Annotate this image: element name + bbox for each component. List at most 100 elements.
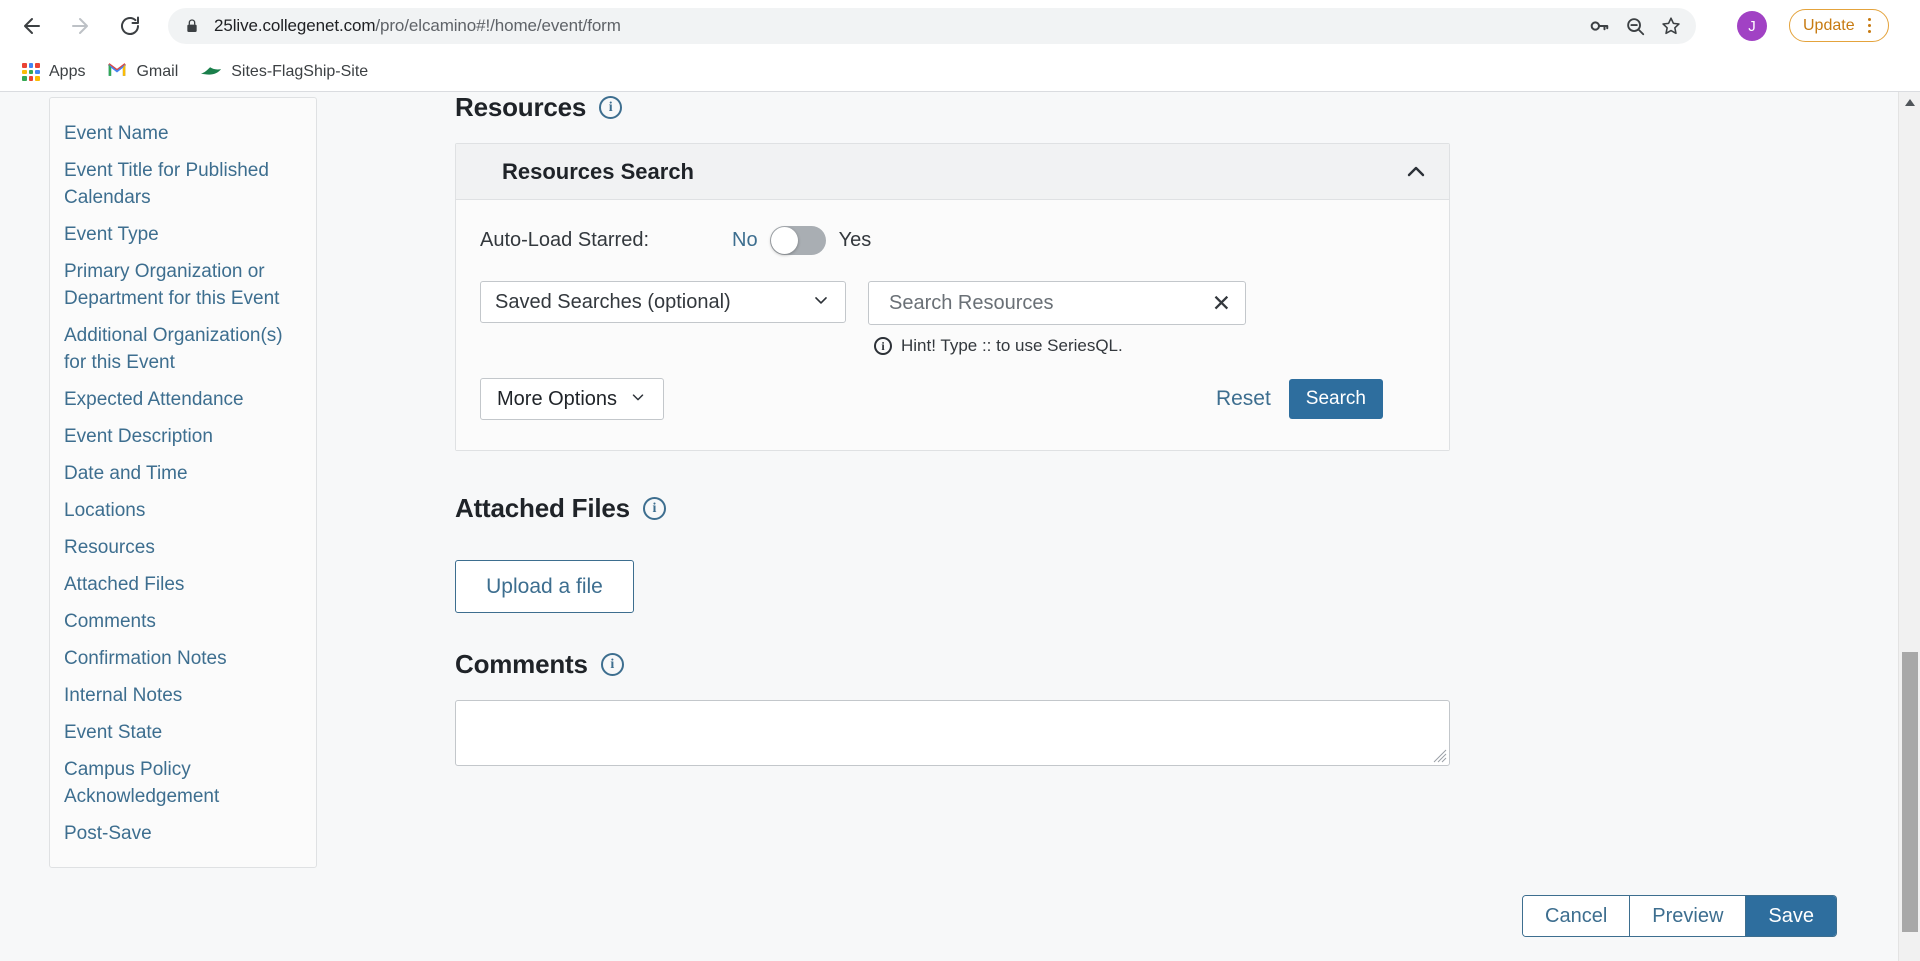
reload-icon (121, 16, 139, 35)
gmail-icon (107, 62, 127, 83)
info-icon: i (874, 337, 892, 355)
search-resources-field-wrap: Search Resources ✕ i Hint! Type :: to us… (868, 281, 1246, 356)
forward-button[interactable] (60, 6, 100, 46)
bookmark-label: Sites-FlagShip-Site (231, 63, 369, 80)
bookmark-label: Gmail (136, 63, 179, 80)
main-form-column: Resources i Resources Search Auto-Load S… (455, 92, 1465, 766)
sidebar-item-event-type[interactable]: Event Type (50, 221, 316, 248)
page-scrollbar[interactable] (1898, 92, 1920, 961)
bookmark-gmail[interactable]: Gmail (99, 58, 186, 86)
arrow-forward-icon (72, 18, 88, 34)
sidebar-item-campus-policy-acknowledgement[interactable]: Campus Policy Acknowledgement (50, 756, 316, 810)
bookmarks-bar: Apps Gmail Sites-FlagShip-Site (0, 52, 1920, 92)
save-button[interactable]: Save (1746, 896, 1836, 936)
comments-section: Comments i (455, 649, 1465, 766)
attached-files-header: Attached Files i (455, 493, 1465, 524)
info-icon[interactable]: i (599, 96, 623, 119)
hint-text: Hint! Type :: to use SeriesQL. (901, 336, 1123, 355)
preview-button[interactable]: Preview (1630, 896, 1747, 936)
comments-textarea[interactable] (455, 700, 1450, 766)
upload-a-file-button[interactable]: Upload a file (455, 560, 634, 613)
autoload-starred-row: Auto-Load Starred: No Yes (480, 226, 1449, 255)
back-button[interactable] (12, 6, 52, 46)
chevron-up-icon[interactable] (1403, 159, 1429, 185)
toggle-yes-label: Yes (838, 229, 872, 251)
arrow-back-icon (24, 18, 40, 34)
url-text: 25live.collegenet.com/pro/elcamino#!/hom… (214, 16, 621, 36)
resize-handle-icon[interactable] (1433, 749, 1447, 763)
sidebar-item-additional-organizations[interactable]: Additional Organization(s) for this Even… (50, 322, 316, 376)
three-dot-menu-icon[interactable] (1859, 15, 1881, 37)
key-icon[interactable] (1584, 11, 1614, 41)
more-options-label: More Options (497, 387, 618, 410)
omnibox-actions (1584, 8, 1686, 44)
bookmark-label: Apps (49, 63, 86, 80)
sidebar-item-event-state[interactable]: Event State (50, 719, 316, 746)
page-title: Resources (455, 92, 587, 122)
sidebar-item-primary-organization[interactable]: Primary Organization or Department for t… (50, 258, 316, 312)
resources-section-header: Resources i (455, 92, 1465, 123)
sidebar-item-date-and-time[interactable]: Date and Time (50, 460, 316, 487)
update-button[interactable]: Update (1789, 9, 1889, 42)
chevron-down-icon (629, 388, 647, 411)
search-primary-actions: Reset Search (1216, 379, 1449, 419)
address-bar[interactable]: 25live.collegenet.com/pro/elcamino#!/hom… (168, 8, 1696, 44)
scroll-up-arrow-icon[interactable] (1899, 92, 1920, 112)
sidebar-item-internal-notes[interactable]: Internal Notes (50, 682, 316, 709)
url-path: /pro/elcamino#!/home/event/form (375, 16, 621, 35)
toggle-no-label: No (732, 229, 758, 251)
bookmark-sites-flagship-site[interactable]: Sites-FlagShip-Site (192, 58, 376, 86)
sites-icon (200, 62, 222, 83)
sidebar-item-locations[interactable]: Locations (50, 497, 316, 524)
sidebar-item-event-name[interactable]: Event Name (50, 120, 316, 147)
url-host: 25live.collegenet.com (214, 16, 376, 35)
avatar[interactable]: J (1737, 11, 1767, 41)
page-content: Event Name Event Title for Published Cal… (0, 92, 1920, 961)
form-action-bar: Cancel Preview Save (1523, 896, 1836, 936)
cancel-button[interactable]: Cancel (1523, 896, 1631, 936)
sidebar-item-event-description[interactable]: Event Description (50, 423, 316, 450)
sidebar-item-event-title-for-published-calendars[interactable]: Event Title for Published Calendars (50, 157, 316, 211)
chevron-down-icon (811, 290, 831, 315)
comments-header: Comments i (455, 649, 1465, 680)
zoom-out-icon[interactable] (1620, 11, 1650, 41)
resources-search-panel-header[interactable]: Resources Search (456, 144, 1449, 200)
bookmark-apps[interactable]: Apps (14, 58, 93, 86)
sidebar-item-comments[interactable]: Comments (50, 608, 316, 635)
update-label: Update (1803, 16, 1855, 34)
seriesql-hint: i Hint! Type :: to use SeriesQL. (868, 336, 1246, 356)
reload-button[interactable] (110, 6, 150, 46)
reset-button[interactable]: Reset (1216, 387, 1271, 411)
sidebar-item-confirmation-notes[interactable]: Confirmation Notes (50, 645, 316, 672)
panel-title: Resources Search (502, 158, 694, 184)
bookmark-star-icon[interactable] (1656, 11, 1686, 41)
search-input[interactable]: Search Resources ✕ (868, 281, 1246, 325)
toggle-knob (770, 227, 798, 254)
sidebar-item-post-save[interactable]: Post-Save (50, 820, 316, 847)
more-options-button[interactable]: More Options (480, 378, 665, 420)
avatar-initial: J (1748, 17, 1756, 35)
autoload-starred-toggle[interactable] (769, 226, 826, 255)
browser-chrome: 25live.collegenet.com/pro/elcamino#!/hom… (0, 0, 1920, 92)
sidebar-item-resources[interactable]: Resources (50, 534, 316, 561)
comments-title: Comments (455, 649, 588, 679)
lock-icon (184, 18, 200, 34)
form-section-nav: Event Name Event Title for Published Cal… (49, 97, 317, 868)
scrollbar-thumb[interactable] (1902, 652, 1918, 932)
search-controls-row: Saved Searches (optional) Search Resourc… (480, 281, 1449, 356)
search-input-placeholder: Search Resources (889, 291, 1054, 314)
resources-search-panel: Resources Search Auto-Load Starred: No Y… (455, 143, 1450, 451)
resources-search-panel-body: Auto-Load Starred: No Yes Saved Searches… (456, 200, 1449, 450)
info-icon[interactable]: i (642, 497, 666, 520)
apps-grid-icon (22, 63, 40, 81)
sidebar-item-expected-attendance[interactable]: Expected Attendance (50, 386, 316, 413)
saved-searches-value: Saved Searches (optional) (495, 290, 731, 313)
browser-toolbar: 25live.collegenet.com/pro/elcamino#!/hom… (0, 0, 1920, 52)
autoload-starred-label: Auto-Load Starred: (480, 229, 649, 251)
saved-searches-select[interactable]: Saved Searches (optional) (480, 281, 846, 323)
sidebar-item-attached-files[interactable]: Attached Files (50, 571, 316, 598)
attached-files-title: Attached Files (455, 493, 630, 523)
close-x-icon[interactable]: ✕ (1212, 291, 1231, 315)
search-button[interactable]: Search (1288, 379, 1383, 419)
info-icon[interactable]: i (600, 653, 624, 676)
